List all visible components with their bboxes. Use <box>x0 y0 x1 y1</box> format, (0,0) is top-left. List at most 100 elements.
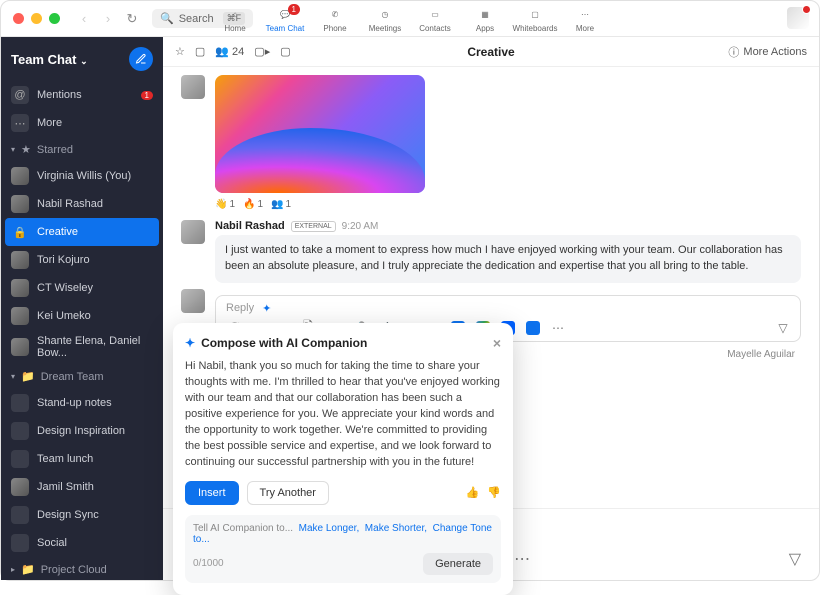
sidebar-item-ct[interactable]: CT Wiseley <box>1 274 163 302</box>
sidebar-item-tori[interactable]: Tori Kojuro <box>1 246 163 274</box>
sidebar: Team Chat ⌄ @Mentions1 ⋯More ▾★Starred V… <box>1 37 163 580</box>
window-controls <box>13 13 60 24</box>
more-toolbar-icon[interactable]: ⋯ <box>551 321 565 335</box>
suggest-label: Tell AI Companion to... <box>193 523 293 534</box>
char-counter: 0/1000 <box>193 558 224 569</box>
window-titlebar: ‹ › ↻ 🔍 Search ⌘F ⌂Home 💬1Team Chat ✆Pho… <box>1 1 819 37</box>
external-badge: EXTERNAL <box>291 221 336 232</box>
channel-name: Creative <box>467 45 514 59</box>
reactions: 👋 1 🔥 1 👥 1 <box>215 199 801 210</box>
close-popup[interactable]: × <box>493 335 501 351</box>
lock-icon <box>11 534 29 552</box>
tab-apps[interactable]: ▦Apps <box>460 5 510 33</box>
dots-icon: ⋯ <box>11 114 29 132</box>
more-toolbar-icon[interactable]: ⋯ <box>514 549 530 569</box>
sidebar-item-jamil[interactable]: Jamil Smith <box>1 473 163 501</box>
more-icon: ⋯ <box>577 7 593 23</box>
sparkle-icon: ✦ <box>185 336 195 350</box>
section-project-cloud[interactable]: ▸📁Project Cloud <box>1 557 163 580</box>
popup-body: Hi Nabil, thank you so much for taking t… <box>185 359 501 471</box>
section-starred[interactable]: ▾★Starred <box>1 137 163 162</box>
sidebar-item-social[interactable]: Social <box>1 529 163 557</box>
top-nav: ⌂Home 💬1Team Chat ✆Phone ◷Meetings ▭Cont… <box>210 5 610 33</box>
info-icon[interactable]: ⓘ <box>728 44 739 60</box>
maximize-window[interactable] <box>49 13 60 24</box>
filter-icon[interactable]: ▽ <box>776 321 790 335</box>
video-icon[interactable]: ▢▸ <box>254 45 270 58</box>
tab-whiteboards[interactable]: ▢Whiteboards <box>510 5 560 33</box>
sidebar-item-standup[interactable]: Stand-up notes <box>1 389 163 417</box>
reaction-1[interactable]: 👋 1 <box>215 199 235 210</box>
thumbs-up-icon[interactable]: 👍 <box>466 486 480 499</box>
image-attachment[interactable] <box>215 75 425 193</box>
nav-back[interactable]: ‹ <box>74 9 94 29</box>
reaction-2[interactable]: 🔥 1 <box>243 199 263 210</box>
lock-icon <box>11 450 29 468</box>
tab-team-chat[interactable]: 💬1Team Chat <box>260 5 310 33</box>
message-time: 9:20 AM <box>342 221 379 232</box>
app-icon-4[interactable] <box>526 321 540 335</box>
try-another-button[interactable]: Try Another <box>247 481 329 505</box>
tab-phone[interactable]: ✆Phone <box>310 5 360 33</box>
phone-icon: ✆ <box>327 7 343 23</box>
message-avatar <box>181 220 205 244</box>
sidebar-item-kei[interactable]: Kei Umeko <box>1 302 163 330</box>
more-actions[interactable]: More Actions <box>743 46 807 58</box>
sidebar-title[interactable]: Team Chat ⌄ <box>11 52 88 67</box>
message-avatar <box>181 75 205 99</box>
user-avatar[interactable] <box>787 7 809 29</box>
sidebar-item-design-sync[interactable]: Design Sync <box>1 501 163 529</box>
compose-button[interactable] <box>129 47 153 71</box>
member-hint: Mayelle Aguilar <box>727 349 795 360</box>
message-body: I just wanted to take a moment to expres… <box>215 235 801 283</box>
member-count[interactable]: 👥 24 <box>215 45 244 58</box>
sidebar-item-creative[interactable]: 🔒Creative <box>5 218 159 246</box>
nav-forward[interactable]: › <box>98 9 118 29</box>
minimize-window[interactable] <box>31 13 42 24</box>
whiteboard-icon: ▢ <box>527 7 543 23</box>
reply-placeholder[interactable]: Reply <box>226 302 254 314</box>
reply-avatar <box>181 289 205 313</box>
at-icon: @ <box>11 86 29 104</box>
suggest-shorter[interactable]: Make Shorter, <box>365 523 427 534</box>
filter-icon[interactable]: ▽ <box>789 549 801 569</box>
tab-more[interactable]: ⋯More <box>560 5 610 33</box>
sidebar-item-virginia[interactable]: Virginia Willis (You) <box>1 162 163 190</box>
folder-icon: 📁 <box>21 370 35 383</box>
thumbs-down-icon[interactable]: 👎 <box>487 486 501 499</box>
folder-icon: 📁 <box>21 563 35 576</box>
contacts-icon: ▭ <box>427 7 443 23</box>
channel-header: ☆ ▢ 👥 24 ▢▸ ▢ Creative ⓘ More Actions <box>163 37 819 67</box>
sidebar-item-nabil[interactable]: Nabil Rashad <box>1 190 163 218</box>
close-window[interactable] <box>13 13 24 24</box>
reaction-3[interactable]: 👥 1 <box>271 199 291 210</box>
clock-icon: ◷ <box>377 7 393 23</box>
chat-badge: 1 <box>288 4 300 15</box>
apps-icon: ▦ <box>477 7 493 23</box>
tab-contacts[interactable]: ▭Contacts <box>410 5 460 33</box>
sidebar-item-design-insp[interactable]: Design Inspiration <box>1 417 163 445</box>
ai-sparkle-icon[interactable]: ✦ <box>262 302 271 315</box>
sidebar-item-lunch[interactable]: Team lunch <box>1 445 163 473</box>
popup-title: Compose with AI Companion <box>201 336 367 350</box>
generate-button[interactable]: Generate <box>423 553 493 575</box>
bookmark-icon[interactable]: ▢ <box>195 45 205 58</box>
hash-icon <box>11 394 29 412</box>
sidebar-more[interactable]: ⋯More <box>1 109 163 137</box>
tab-meetings[interactable]: ◷Meetings <box>360 5 410 33</box>
section-dream-team[interactable]: ▾📁Dream Team <box>1 364 163 389</box>
star-channel-icon[interactable]: ☆ <box>175 45 185 58</box>
chevron-right-icon: ▸ <box>11 565 15 574</box>
search-label: Search <box>179 13 214 25</box>
hash-icon <box>11 422 29 440</box>
insert-button[interactable]: Insert <box>185 481 239 505</box>
sidebar-mentions[interactable]: @Mentions1 <box>1 81 163 109</box>
lock-icon: 🔒 <box>11 223 29 241</box>
history-icon[interactable]: ↻ <box>122 9 142 29</box>
whiteboard-icon[interactable]: ▢ <box>280 45 290 58</box>
message-author: Nabil Rashad <box>215 220 285 232</box>
sidebar-item-group[interactable]: Shante Elena, Daniel Bow... <box>1 330 163 364</box>
tab-home[interactable]: ⌂Home <box>210 5 260 33</box>
suggest-longer[interactable]: Make Longer, <box>299 523 360 534</box>
lock-icon <box>11 506 29 524</box>
